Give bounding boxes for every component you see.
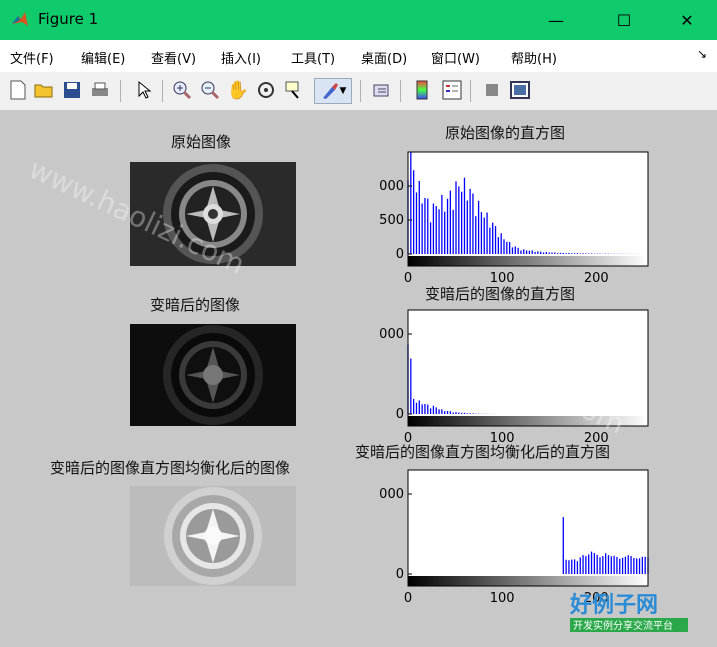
hist-original: 050010000100200	[380, 151, 649, 286]
legend-icon[interactable]	[440, 78, 464, 102]
show-tools-icon[interactable]	[508, 78, 532, 102]
y-tick-label: 5000	[380, 327, 404, 342]
svg-text:开发实例分享交流平台: 开发实例分享交流平台	[573, 619, 673, 632]
toolbar: ✋ ▼	[0, 72, 717, 111]
hist-title-original: 原始图像的直方图	[445, 124, 566, 142]
save-icon[interactable]	[60, 78, 84, 102]
menu-insert[interactable]: 插入(I)	[221, 48, 261, 67]
y-tick-label: 0	[396, 567, 404, 582]
image-dark	[130, 324, 296, 426]
open-icon[interactable]	[32, 78, 56, 102]
image-original	[130, 162, 296, 266]
image-equalized	[130, 486, 296, 586]
pointer-icon[interactable]	[132, 78, 156, 102]
data-cursor-icon[interactable]	[282, 78, 306, 102]
menu-desktop[interactable]: 桌面(D)	[361, 48, 407, 67]
close-button[interactable]: ✕	[664, 0, 710, 40]
grayscale-bar	[408, 416, 648, 426]
svg-text:好例子网: 好例子网	[570, 592, 658, 618]
plot-area	[408, 470, 648, 586]
menu-window[interactable]: 窗口(W)	[431, 48, 480, 67]
y-tick-label: 500	[380, 213, 404, 228]
zoom-in-icon[interactable]	[170, 78, 194, 102]
y-tick-label: 0	[396, 407, 404, 422]
x-tick-label: 200	[584, 271, 609, 286]
menu-file[interactable]: 文件(F)	[10, 48, 54, 67]
minimize-button[interactable]: —	[533, 0, 579, 40]
hist-title-dark: 变暗后的图像的直方图	[425, 285, 576, 303]
plot-area	[408, 310, 648, 426]
new-figure-icon[interactable]	[6, 78, 30, 102]
image-title-dark: 变暗后的图像	[150, 296, 241, 314]
x-tick-label: 0	[404, 271, 412, 286]
hist-dark: 050000100200	[380, 309, 649, 446]
menu-help[interactable]: 帮助(H)	[511, 48, 557, 67]
y-tick-label: 0	[396, 247, 404, 262]
matlab-icon	[12, 12, 28, 26]
print-icon[interactable]	[88, 78, 112, 102]
y-tick-label: 1000	[380, 179, 404, 194]
menu-overflow-icon[interactable]: ↘	[697, 47, 707, 61]
y-tick-label: 5000	[380, 487, 404, 502]
x-tick-label: 100	[490, 591, 515, 606]
menu-bar: 文件(F) 编辑(E) 查看(V) 插入(I) 工具(T) 桌面(D) 窗口(W…	[0, 40, 717, 72]
site-logo: 好例子网 开发实例分享交流平台	[569, 590, 690, 640]
maximize-button[interactable]: ☐	[601, 0, 647, 40]
grayscale-bar	[408, 576, 648, 586]
image-title-original: 原始图像	[171, 133, 232, 151]
image-title-equalized: 变暗后的图像直方图均衡化后的图像	[50, 459, 291, 477]
menu-edit[interactable]: 编辑(E)	[81, 48, 125, 67]
menu-tools[interactable]: 工具(T)	[291, 48, 335, 67]
brush-icon[interactable]: ▼	[314, 78, 352, 104]
window-title: Figure 1	[38, 10, 99, 28]
title-bar: Figure 1 — ☐ ✕	[0, 0, 717, 40]
grayscale-bar	[408, 256, 648, 266]
link-icon[interactable]	[370, 78, 394, 102]
pan-icon[interactable]: ✋	[226, 78, 250, 102]
colorbar-icon[interactable]	[410, 78, 434, 102]
menu-view[interactable]: 查看(V)	[151, 48, 196, 67]
rotate-icon[interactable]	[254, 78, 278, 102]
plot-area	[408, 152, 648, 266]
x-tick-label: 0	[404, 591, 412, 606]
zoom-out-icon[interactable]	[198, 78, 222, 102]
hist-title-equalized: 变暗后的图像直方图均衡化后的直方图	[355, 443, 611, 461]
hide-tools-icon[interactable]	[480, 78, 504, 102]
